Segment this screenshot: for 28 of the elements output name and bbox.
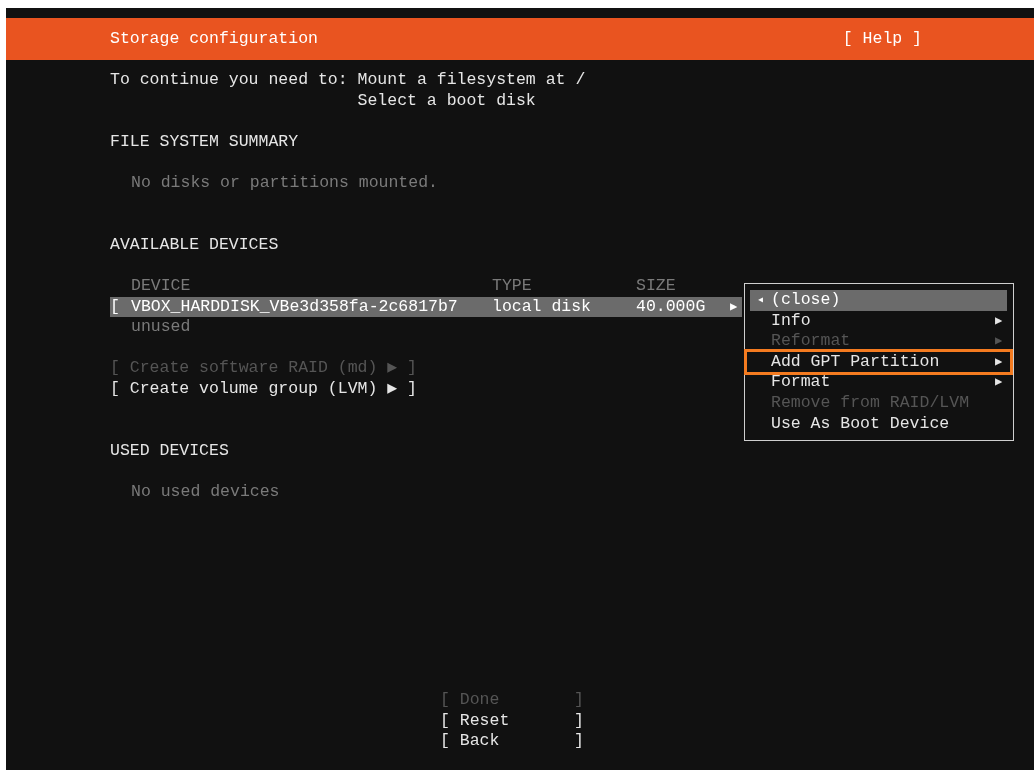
requirement-text: Select a boot disk bbox=[357, 90, 536, 112]
help-button[interactable]: [ Help ] bbox=[842, 26, 922, 52]
section-heading: FILE SYSTEM SUMMARY bbox=[110, 131, 299, 153]
bracket-text: [ bbox=[110, 296, 121, 318]
requirements-label: To continue you need to: bbox=[110, 70, 349, 91]
column-header: TYPE bbox=[492, 275, 533, 297]
menu-item[interactable]: Info ▶ bbox=[750, 310, 1007, 332]
device-type: local disk bbox=[492, 296, 593, 318]
requirement-text: Mount a filesystem at / bbox=[357, 70, 586, 91]
arrow-glyph: ▶ bbox=[730, 298, 738, 316]
column-header: SIZE bbox=[636, 275, 676, 297]
device-name: VBOX_HARDDISK_VBe3d358fa-2c6817b7 bbox=[131, 296, 459, 318]
empty-message: No used devices bbox=[130, 481, 280, 503]
footer-button[interactable]: [ Back ] bbox=[440, 731, 584, 752]
action-link[interactable]: [ Create volume group (LVM) ▶ ] bbox=[110, 378, 417, 400]
section-heading: USED DEVICES bbox=[110, 440, 229, 462]
menu-item[interactable]: Format ▶ bbox=[750, 372, 1007, 393]
footer-button[interactable]: [ Reset ] bbox=[440, 710, 584, 732]
screen-title: Storage configuration bbox=[110, 27, 318, 50]
menu-item[interactable]: ◂ (close) bbox=[750, 290, 1007, 311]
section-heading: AVAILABLE DEVICES bbox=[110, 234, 279, 256]
empty-message: No disks or partitions mounted. bbox=[130, 172, 438, 194]
column-header: DEVICE bbox=[131, 275, 192, 297]
menu-item[interactable]: Add GPT Partition ▶ bbox=[747, 351, 1010, 373]
menu-item[interactable]: Use As Boot Device bbox=[750, 413, 1007, 435]
device-row[interactable]: [ VBOX_HARDDISK_VBe3d358fa-2c6817b7 local disk 40.000G ▶ bbox=[110, 296, 742, 318]
device-size: 40.000G bbox=[636, 296, 707, 318]
device-status: unused bbox=[130, 317, 191, 338]
